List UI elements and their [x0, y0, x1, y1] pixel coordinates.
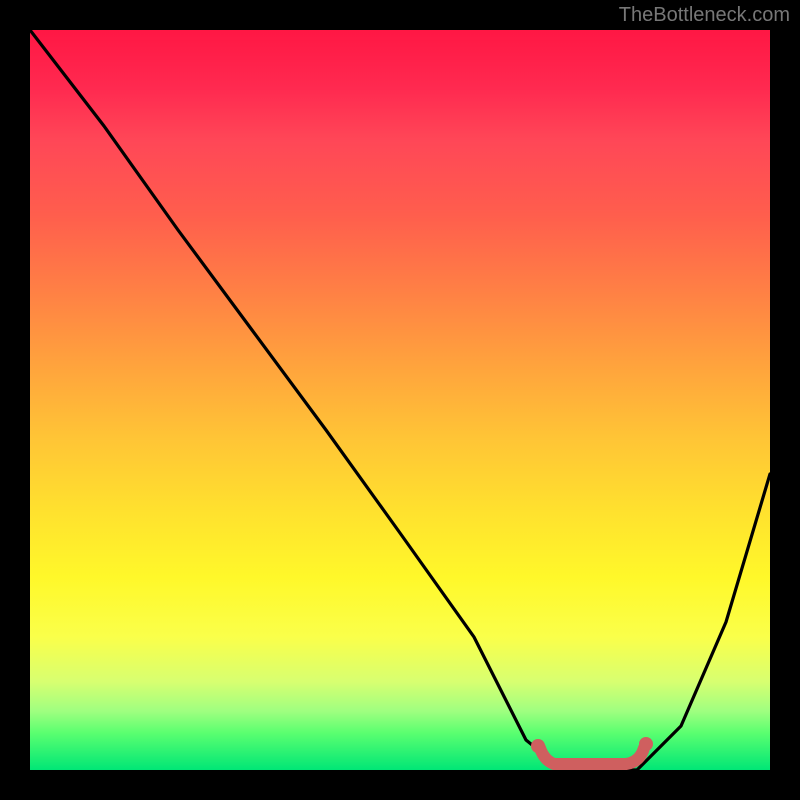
chart-container: TheBottleneck.com: [0, 0, 800, 800]
optimal-band-start-dot: [531, 739, 545, 753]
curve-layer: [30, 30, 770, 770]
optimal-band: [540, 748, 644, 764]
watermark-text: TheBottleneck.com: [619, 4, 790, 27]
plot-area: [30, 30, 770, 770]
bottleneck-curve: [30, 30, 770, 770]
optimal-band-end-dot: [639, 737, 653, 751]
